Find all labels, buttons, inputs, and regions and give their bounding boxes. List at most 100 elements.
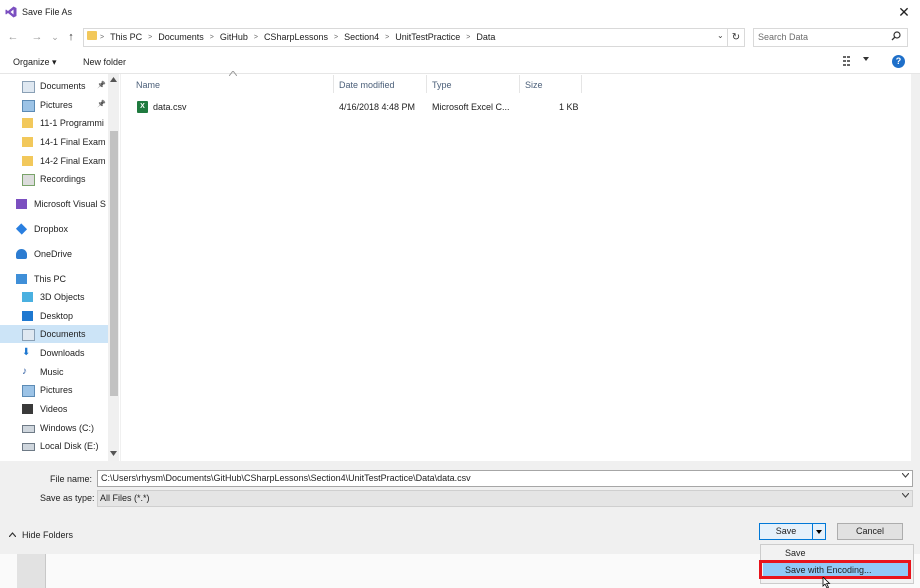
sidebar-item-local-disk-e[interactable]: Local Disk (E:)	[0, 437, 108, 455]
address-dropdown-icon[interactable]: ⌄	[717, 31, 724, 40]
sidebar-item-label: Music	[40, 367, 64, 377]
sidebar-item-label: Windows (C:)	[40, 423, 95, 433]
chevron-down-icon[interactable]	[902, 493, 909, 498]
back-arrow-icon[interactable]: ←	[6, 30, 20, 44]
column-divider[interactable]	[519, 75, 520, 93]
videos-icon	[22, 404, 33, 414]
sidebar-item-videos[interactable]: Videos	[0, 400, 108, 418]
organize-button[interactable]: Organize ▾	[13, 57, 57, 68]
command-toolbar	[0, 50, 920, 74]
breadcrumb-unittestpractice[interactable]: UnitTestPractice	[395, 32, 460, 42]
save-as-type-label: Save as type:	[40, 493, 95, 503]
sidebar-item-label: Downloads	[40, 348, 85, 358]
column-divider[interactable]	[581, 75, 582, 93]
save-button[interactable]: Save	[759, 523, 813, 540]
breadcrumb-separator[interactable]: >	[334, 34, 338, 41]
menu-item-save[interactable]: Save	[785, 548, 806, 558]
column-header-name[interactable]: Name	[136, 80, 160, 90]
breadcrumb-separator[interactable]: >	[254, 34, 258, 41]
3d-objects-icon	[22, 292, 33, 302]
column-header-size[interactable]: Size	[525, 80, 543, 90]
pictures-icon	[22, 385, 35, 397]
sidebar-item-label: 14-1 Final Exam	[40, 137, 106, 147]
scroll-up-icon[interactable]	[110, 77, 117, 82]
breadcrumb-separator[interactable]: >	[466, 34, 470, 41]
refresh-icon[interactable]: ↻	[727, 28, 745, 47]
file-name-cell[interactable]: data.csv	[153, 102, 187, 112]
pin-icon: 📌	[97, 82, 106, 89]
chevron-up-icon[interactable]	[9, 532, 16, 537]
sidebar-item-label: 3D Objects	[40, 292, 85, 302]
pin-icon: 📌	[97, 101, 106, 108]
scrollbar-thumb[interactable]	[110, 131, 118, 396]
sidebar-item-label: 14-2 Final Exam	[40, 156, 106, 166]
view-dropdown-icon[interactable]	[863, 57, 869, 61]
cancel-button[interactable]: Cancel	[837, 523, 903, 540]
column-divider[interactable]	[426, 75, 427, 93]
sidebar-item-label: Documents	[40, 329, 86, 339]
sidebar-item-windows-c[interactable]: Windows (C:)	[0, 419, 108, 437]
sidebar-item-this-pc[interactable]: This PC	[0, 270, 108, 288]
drive-icon	[22, 425, 35, 433]
sidebar-item-label: Local Disk (E:)	[40, 441, 99, 451]
sidebar-item-downloads[interactable]: ⬇ Downloads	[0, 344, 108, 362]
hide-folders-button[interactable]: Hide Folders	[22, 530, 73, 540]
sidebar-item-onedrive[interactable]: OneDrive	[0, 245, 108, 263]
file-name-label: File name:	[50, 474, 93, 484]
sidebar-item-pictures[interactable]: Pictures 📌	[0, 96, 108, 114]
sidebar-item-label: This PC	[34, 274, 67, 284]
search-icon[interactable]	[891, 31, 901, 41]
column-header-type[interactable]: Type	[432, 80, 452, 90]
forward-arrow-icon[interactable]: →	[30, 30, 44, 44]
column-divider[interactable]	[333, 75, 334, 93]
breadcrumb-github[interactable]: GitHub	[220, 32, 248, 42]
breadcrumb-this-pc[interactable]: This PC	[110, 32, 142, 42]
sidebar-item-14-2-final-exam[interactable]: 14-2 Final Exam	[0, 152, 108, 170]
sidebar-item-recordings[interactable]: Recordings	[0, 170, 108, 188]
sidebar-item-dropbox[interactable]: Dropbox	[0, 220, 108, 238]
sidebar-item-documents[interactable]: Documents 📌	[0, 77, 108, 95]
breadcrumb-separator[interactable]: >	[210, 34, 214, 41]
breadcrumb: > This PC > Documents > GitHub > CSharpL…	[100, 31, 495, 43]
breadcrumb-data[interactable]: Data	[476, 32, 495, 42]
sidebar-item-music[interactable]: ♪ Music	[0, 363, 108, 381]
sidebar-item-pictures[interactable]: Pictures	[0, 381, 108, 399]
save-as-type-select[interactable]	[97, 490, 913, 507]
recent-locations-dropdown-icon[interactable]: ⌄	[48, 30, 62, 44]
onedrive-icon	[16, 249, 27, 259]
breadcrumb-csharplessons[interactable]: CSharpLessons	[264, 32, 328, 42]
save-as-type-value[interactable]: All Files (*.*)	[100, 493, 150, 503]
sidebar-item-label: Microsoft Visual S	[34, 199, 106, 209]
file-list[interactable]	[121, 74, 911, 461]
close-icon[interactable]: ✕	[893, 1, 915, 23]
sidebar-item-11-1-programmi[interactable]: 11-1 Programmi	[0, 114, 108, 132]
up-arrow-icon[interactable]: ↑	[64, 30, 78, 44]
breadcrumb-documents[interactable]: Documents	[158, 32, 204, 42]
folder-icon	[22, 137, 33, 147]
breadcrumb-separator[interactable]: >	[148, 34, 152, 41]
music-icon: ♪	[22, 366, 27, 377]
sidebar-item-3d-objects[interactable]: 3D Objects	[0, 288, 108, 306]
new-folder-button[interactable]: New folder	[83, 57, 126, 67]
change-view-icon[interactable]	[843, 56, 856, 66]
column-header-date-modified[interactable]: Date modified	[339, 80, 395, 90]
desktop-icon	[22, 311, 33, 321]
documents-icon	[22, 81, 35, 93]
scroll-down-icon[interactable]	[110, 451, 117, 456]
recordings-icon	[22, 174, 35, 186]
this-pc-icon	[16, 274, 27, 284]
sidebar-item-microsoft-visual-s[interactable]: Microsoft Visual S	[0, 195, 108, 213]
help-icon[interactable]: ?	[892, 55, 905, 68]
file-name-value[interactable]: C:\Users\rhysm\Documents\GitHub\CSharpLe…	[101, 473, 471, 483]
sidebar-item-desktop[interactable]: Desktop	[0, 307, 108, 325]
folder-icon	[22, 118, 33, 128]
sidebar-item-documents[interactable]: Documents	[0, 325, 108, 343]
sidebar-item-label: Videos	[40, 404, 68, 414]
sidebar-item-label: Pictures	[40, 100, 73, 110]
save-options-dropdown-button[interactable]	[813, 523, 826, 540]
breadcrumb-section4[interactable]: Section4	[344, 32, 379, 42]
chevron-down-icon[interactable]	[902, 473, 909, 478]
breadcrumb-separator[interactable]: >	[385, 34, 389, 41]
sidebar-item-label: Documents	[40, 81, 86, 91]
sidebar-item-14-1-final-exam[interactable]: 14-1 Final Exam	[0, 133, 108, 151]
